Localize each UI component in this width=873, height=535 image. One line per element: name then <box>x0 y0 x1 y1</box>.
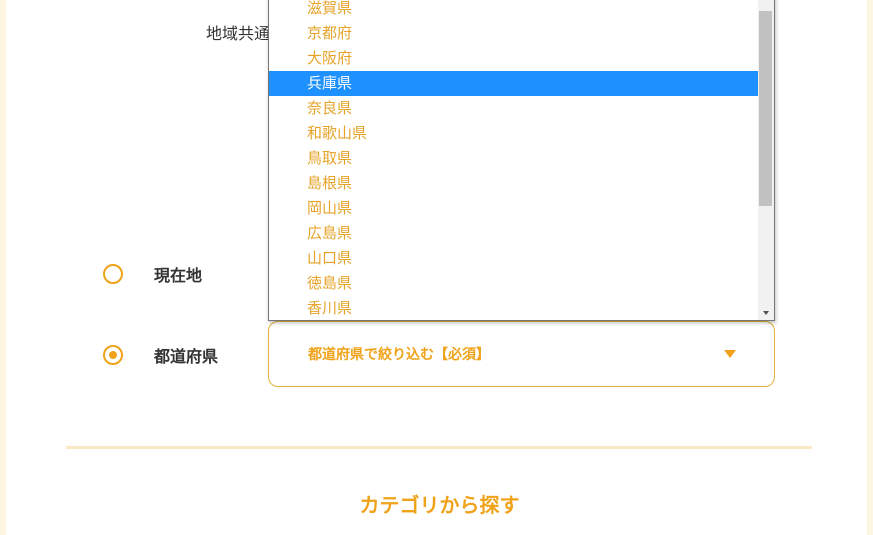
dropdown-option-osaka[interactable]: 大阪府 <box>269 46 758 71</box>
dropdown-option-kyoto[interactable]: 京都府 <box>269 21 758 46</box>
dropdown-option-wakayama[interactable]: 和歌山県 <box>269 121 758 146</box>
dropdown-option-tokushima[interactable]: 徳島県 <box>269 271 758 296</box>
current-location-label: 現在地 <box>154 266 203 285</box>
current-location-radio[interactable] <box>103 264 123 284</box>
page-left-border <box>0 0 6 535</box>
dropdown-option-okayama[interactable]: 岡山県 <box>269 196 758 221</box>
dropdown-option-nara[interactable]: 奈良県 <box>269 96 758 121</box>
prefecture-dropdown-list[interactable]: 滋賀県 京都府 大阪府 兵庫県 奈良県 和歌山県 鳥取県 島根県 岡山県 広島県… <box>268 0 775 321</box>
scrollbar-thumb[interactable] <box>759 11 772 206</box>
prefecture-label: 都道府県 <box>154 347 219 366</box>
dropdown-option-kagawa[interactable]: 香川県 <box>269 296 758 320</box>
dropdown-option-shimane[interactable]: 島根県 <box>269 171 758 196</box>
dropdown-option-yamaguchi[interactable]: 山口県 <box>269 246 758 271</box>
prefecture-radio[interactable] <box>103 345 123 365</box>
page-right-border <box>867 0 873 535</box>
radio-option-prefecture[interactable]: 都道府県 <box>103 342 218 368</box>
dropdown-options: 滋賀県 京都府 大阪府 兵庫県 奈良県 和歌山県 鳥取県 島根県 岡山県 広島県… <box>269 0 758 320</box>
dropdown-option-hyogo[interactable]: 兵庫県 <box>269 71 758 96</box>
triangle-down-icon <box>763 311 769 315</box>
radio-selected-dot <box>109 351 117 359</box>
radio-option-current-location[interactable]: 現在地 <box>103 261 202 287</box>
category-search-heading: カテゴリから探す <box>359 493 520 517</box>
dropdown-option-tottori[interactable]: 鳥取県 <box>269 146 758 171</box>
caret-down-icon <box>724 350 736 358</box>
section-divider <box>66 446 812 449</box>
region-common-label: 地域共通 <box>206 24 271 43</box>
dropdown-option-shiga[interactable]: 滋賀県 <box>269 0 758 21</box>
scroll-down-arrow-icon[interactable] <box>758 306 774 320</box>
dropdown-scrollbar[interactable] <box>758 0 774 320</box>
prefecture-select[interactable]: 都道府県で絞り込む【必須】 <box>268 321 775 387</box>
dropdown-option-hiroshima[interactable]: 広島県 <box>269 221 758 246</box>
prefecture-select-value: 都道府県で絞り込む【必須】 <box>308 347 490 363</box>
